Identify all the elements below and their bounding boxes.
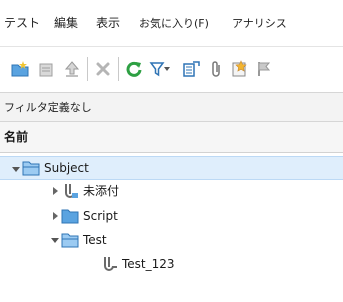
new-folder-icon [11,61,29,77]
tree-node-test-folder[interactable]: Test [0,228,343,252]
alert-icon [232,60,247,77]
flag-button[interactable] [254,59,274,79]
copy-to-button[interactable] [181,59,201,79]
move-up-button[interactable] [62,59,82,79]
menu-favorites[interactable]: お気に入り(F) [139,15,209,33]
tree-node-label: Subject [44,161,89,175]
test-plan-tree: Subject 未添付 Script Test Test_123 [0,153,343,302]
attachment-button[interactable] [207,59,227,79]
alert-button[interactable] [230,59,250,79]
filter-status-bar: フィルタ定義なし [0,92,343,122]
menu-analysis[interactable]: アナリシス [232,15,287,33]
filter-dropdown[interactable] [162,59,172,79]
expander-expanded-icon[interactable] [11,157,21,181]
expander-expanded-icon[interactable] [50,228,60,252]
menu-view[interactable]: 表示 [96,14,120,32]
folder-open-icon [61,233,79,248]
menu-edit[interactable]: 編集 [54,14,78,32]
expander-collapsed-icon[interactable] [50,179,60,203]
tree-node-label: 未添付 [83,184,120,198]
move-up-icon [64,61,80,77]
copy-to-icon [183,61,200,77]
refresh-button[interactable] [124,59,144,79]
test-icon [104,257,117,271]
expander-collapsed-icon[interactable] [50,204,60,228]
new-folder-button[interactable] [10,59,30,79]
tree-node-test-123[interactable]: Test_123 [0,252,343,276]
folder-icon [61,209,79,224]
new-test-button[interactable] [36,59,56,79]
delete-button[interactable] [93,59,113,79]
tree-node-label: Test [83,233,107,247]
folder-open-icon [22,161,40,176]
attachment-icon [212,61,220,77]
tree-node-script[interactable]: Script [0,204,343,228]
toolbar-separator [118,57,119,81]
unattached-tests-icon [65,184,78,198]
menu-bar: テスト 編集 表示 お気に入り(F) アナリシス [0,0,343,46]
flag-icon [258,62,271,76]
toolbar-separator [87,57,88,81]
delete-icon [96,62,110,76]
tree-node-subject[interactable]: Subject [0,156,343,180]
refresh-icon [126,61,142,77]
chevron-down-icon [164,67,170,71]
tree-node-label: Script [83,209,118,223]
toolbar [0,46,343,93]
tree-node-label: Test_123 [122,257,175,271]
menu-test[interactable]: テスト [4,14,40,32]
column-header-name[interactable]: 名前 [0,122,343,153]
tree-node-unattached[interactable]: 未添付 [0,179,343,203]
new-test-icon [39,63,53,77]
